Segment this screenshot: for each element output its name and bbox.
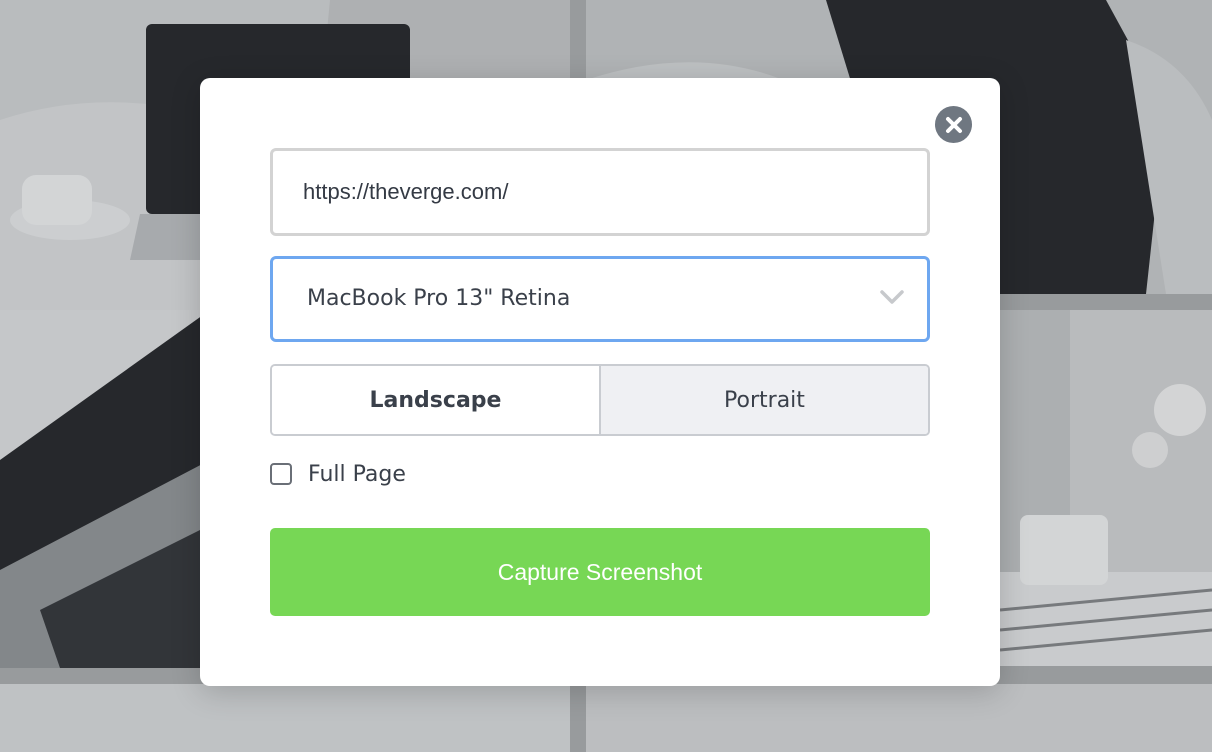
device-select[interactable]: MacBook Pro 13" Retina <box>270 256 930 342</box>
orientation-toggle: Landscape Portrait <box>270 364 930 436</box>
chevron-down-icon <box>880 290 904 304</box>
full-page-checkbox[interactable] <box>270 463 292 485</box>
url-input[interactable] <box>270 148 930 236</box>
full-page-option: Full Page <box>270 460 406 488</box>
device-select-value: MacBook Pro 13" Retina <box>307 286 571 311</box>
portrait-button[interactable]: Portrait <box>599 366 928 434</box>
close-icon <box>945 116 962 133</box>
capture-screenshot-button[interactable]: Capture Screenshot <box>270 528 930 616</box>
screenshot-modal: MacBook Pro 13" Retina Landscape Portrai… <box>200 78 1000 686</box>
full-page-label[interactable]: Full Page <box>308 462 406 487</box>
close-button[interactable] <box>935 106 972 143</box>
landscape-button[interactable]: Landscape <box>272 366 599 434</box>
